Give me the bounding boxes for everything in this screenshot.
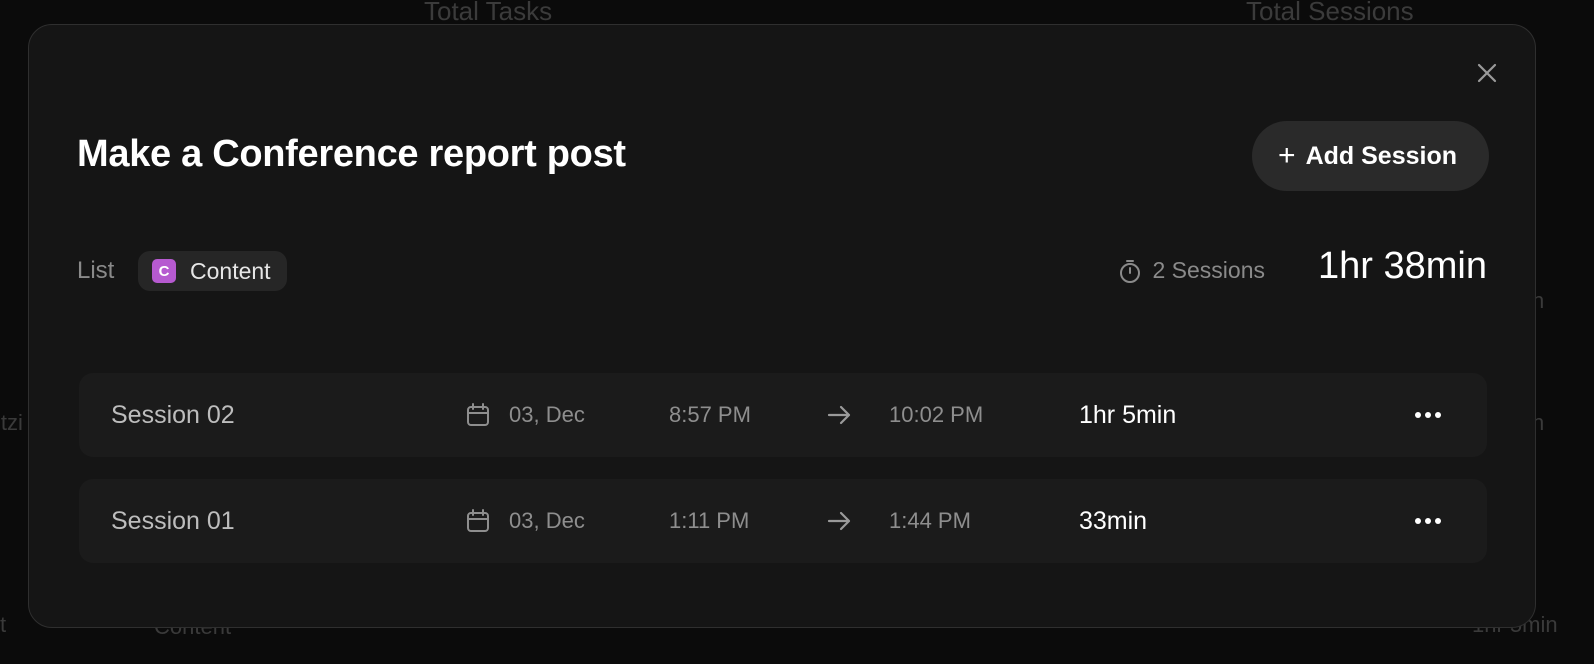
session-details-modal: Make a Conference report post + Add Sess… bbox=[28, 24, 1536, 628]
more-options-button[interactable] bbox=[1405, 479, 1451, 563]
session-duration: 33min bbox=[1079, 506, 1148, 535]
session-end-time: 10:02 PM bbox=[889, 402, 984, 427]
session-start-time: 8:57 PM bbox=[669, 402, 751, 427]
session-name: Session 01 bbox=[111, 506, 235, 535]
more-horizontal-icon bbox=[1415, 518, 1441, 524]
bg-total-sessions-label: Total Sessions bbox=[1246, 0, 1414, 26]
meta-row: List C Content 2 Sessions 1hr 38min bbox=[77, 245, 1487, 293]
modal-title: Make a Conference report post bbox=[77, 133, 626, 175]
bg-total-tasks-label: Total Tasks bbox=[424, 0, 553, 26]
list-tag[interactable]: C Content bbox=[138, 251, 287, 291]
session-row[interactable]: Session 01 03, Dec 1:11 PM 1:44 PM 33min bbox=[79, 479, 1487, 563]
list-tag-name: Content bbox=[190, 257, 271, 284]
plus-icon: + bbox=[1278, 139, 1296, 172]
list-tag-badge: C bbox=[152, 259, 176, 283]
add-session-button[interactable]: + Add Session bbox=[1252, 121, 1489, 191]
close-icon bbox=[1477, 63, 1497, 83]
arrow-right-icon bbox=[827, 373, 853, 457]
more-horizontal-icon bbox=[1415, 412, 1441, 418]
calendar-icon bbox=[465, 479, 491, 563]
sessions-count-label: 2 Sessions bbox=[1152, 257, 1265, 283]
calendar-icon bbox=[465, 373, 491, 457]
session-name: Session 02 bbox=[111, 400, 235, 429]
bg-left-fragment: itzi bbox=[0, 410, 23, 435]
sessions-count: 2 Sessions bbox=[1118, 257, 1265, 284]
arrow-right-icon bbox=[827, 479, 853, 563]
page: Total Tasks Total Sessions itzi n n t Co… bbox=[0, 0, 1594, 664]
list-label: List bbox=[77, 257, 115, 284]
session-row[interactable]: Session 02 03, Dec 8:57 PM 10:02 PM 1hr … bbox=[79, 373, 1487, 457]
add-session-label: Add Session bbox=[1305, 141, 1457, 170]
session-duration: 1hr 5min bbox=[1079, 400, 1177, 429]
session-date: 03, Dec bbox=[509, 402, 585, 427]
stopwatch-icon bbox=[1120, 259, 1141, 283]
session-end-time: 1:44 PM bbox=[889, 508, 971, 533]
bg-bottom-left: t bbox=[0, 612, 7, 637]
session-start-time: 1:11 PM bbox=[669, 508, 750, 533]
session-date: 03, Dec bbox=[509, 508, 585, 533]
close-button[interactable] bbox=[1473, 59, 1501, 87]
total-time: 1hr 38min bbox=[1318, 245, 1487, 287]
more-options-button[interactable] bbox=[1405, 373, 1451, 457]
